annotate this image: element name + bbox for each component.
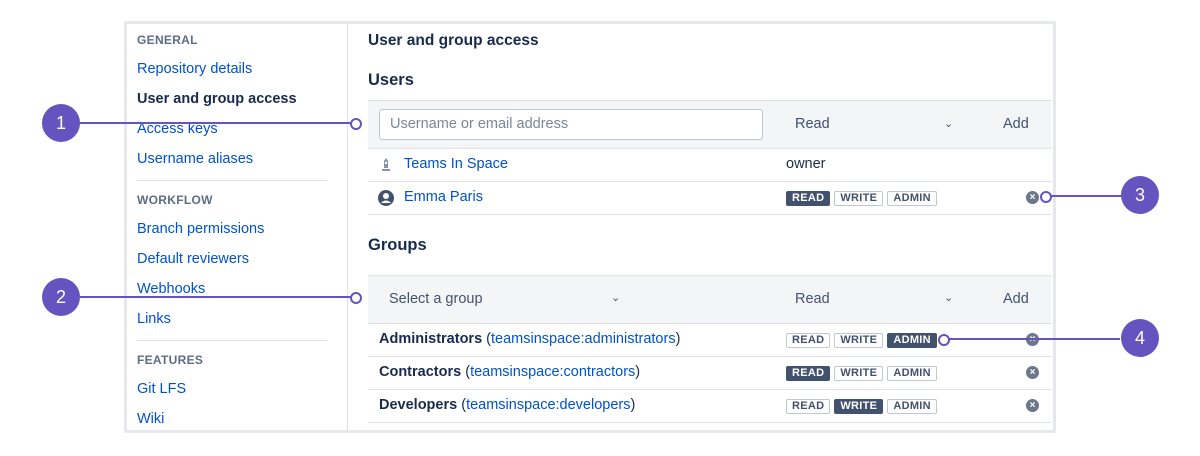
group-row-label: Contractors (teamsinspace:contractors) — [379, 364, 640, 380]
divider — [368, 422, 1051, 423]
group-slug-link[interactable]: teamsinspace:developers — [466, 397, 630, 413]
callout-line-4 — [944, 338, 1120, 340]
group-select[interactable]: Select a group — [389, 291, 483, 307]
remove-group-icon[interactable]: × — [1026, 366, 1039, 379]
section-features: FEATURES — [137, 353, 204, 367]
permission-badges: READ WRITE ADMIN — [786, 399, 937, 414]
perm-read-badge[interactable]: READ — [786, 333, 831, 348]
sidebar-item-branch-permissions[interactable]: Branch permissions — [137, 221, 264, 237]
callout-line-3 — [1045, 195, 1125, 197]
section-workflow: WORKFLOW — [137, 193, 213, 207]
sidebar-item-git-lfs[interactable]: Git LFS — [137, 381, 186, 397]
divider — [368, 389, 1051, 390]
group-permission-select[interactable]: Read — [795, 291, 830, 307]
callout-dot-1 — [350, 118, 362, 130]
sidebar-item-username-aliases[interactable]: Username aliases — [137, 151, 253, 167]
callout-badge-4: 4 — [1121, 319, 1159, 357]
paren: ) — [675, 331, 681, 347]
callout-dot-4 — [938, 334, 950, 346]
user-permission-select[interactable]: Read — [795, 116, 830, 132]
settings-sidebar: GENERAL Repository details User and grou… — [127, 24, 348, 430]
perm-write-badge[interactable]: WRITE — [834, 191, 884, 206]
callout-dot-3 — [1040, 191, 1052, 203]
sidebar-item-repository-details[interactable]: Repository details — [137, 61, 252, 77]
group-name: Contractors — [379, 364, 462, 380]
sidebar-divider — [137, 340, 327, 341]
groups-heading: Groups — [368, 236, 427, 254]
users-heading: Users — [368, 71, 414, 89]
sidebar-item-wiki[interactable]: Wiki — [137, 411, 164, 427]
group-slug-link[interactable]: teamsinspace:contractors — [470, 364, 635, 380]
callout-badge-2: 2 — [42, 278, 80, 316]
user-name-link[interactable]: Emma Paris — [404, 189, 483, 205]
perm-write-badge[interactable]: WRITE — [834, 333, 884, 348]
user-avatar-icon — [378, 190, 394, 206]
group-row-label: Administrators (teamsinspace:administrat… — [379, 331, 680, 347]
sidebar-item-links[interactable]: Links — [137, 311, 171, 327]
divider — [368, 181, 1051, 182]
callout-badge-1: 1 — [42, 104, 80, 142]
perm-read-badge[interactable]: READ — [786, 366, 831, 381]
settings-panel: GENERAL Repository details User and grou… — [124, 21, 1056, 433]
chevron-down-icon[interactable]: ⌄ — [944, 291, 953, 304]
perm-write-badge[interactable]: WRITE — [834, 399, 884, 414]
divider — [368, 214, 1051, 215]
group-name: Administrators — [379, 331, 483, 347]
sidebar-item-user-and-group-access[interactable]: User and group access — [137, 91, 297, 107]
callout-line-1 — [80, 122, 355, 124]
remove-group-icon[interactable]: × — [1026, 399, 1039, 412]
page-title: User and group access — [368, 32, 539, 49]
permission-badges: READ WRITE ADMIN — [786, 191, 937, 206]
sidebar-item-default-reviewers[interactable]: Default reviewers — [137, 251, 249, 267]
perm-write-badge[interactable]: WRITE — [834, 366, 884, 381]
perm-admin-badge[interactable]: ADMIN — [887, 366, 937, 381]
perm-read-badge[interactable]: READ — [786, 399, 831, 414]
main-content: User and group access Users Username or … — [348, 24, 1053, 430]
perm-admin-badge[interactable]: ADMIN — [887, 399, 937, 414]
chevron-down-icon[interactable]: ⌄ — [944, 117, 953, 130]
chevron-down-icon[interactable]: ⌄ — [611, 291, 620, 304]
callout-badge-3: 3 — [1121, 176, 1159, 214]
callout-dot-2 — [350, 292, 362, 304]
sidebar-divider — [137, 180, 327, 181]
remove-user-icon[interactable]: × — [1026, 191, 1039, 204]
add-group-button[interactable]: Add — [1003, 291, 1029, 307]
team-icon — [382, 158, 390, 171]
permission-badges: READ WRITE ADMIN — [786, 333, 937, 348]
group-slug-link[interactable]: teamsinspace:administrators — [491, 331, 676, 347]
user-role: owner — [786, 156, 826, 172]
group-name: Developers — [379, 397, 458, 413]
perm-read-badge[interactable]: READ — [786, 191, 831, 206]
perm-admin-badge[interactable]: ADMIN — [887, 333, 937, 348]
paren: ) — [635, 364, 641, 380]
sidebar-item-webhooks[interactable]: Webhooks — [137, 281, 205, 297]
user-name-link[interactable]: Teams In Space — [404, 156, 508, 172]
divider — [368, 323, 1051, 324]
permission-badges: READ WRITE ADMIN — [786, 366, 937, 381]
divider — [368, 148, 1051, 149]
callout-line-2 — [80, 296, 355, 298]
paren: ) — [630, 397, 636, 413]
section-general: GENERAL — [137, 33, 198, 47]
group-row-label: Developers (teamsinspace:developers) — [379, 397, 635, 413]
divider — [368, 356, 1051, 357]
user-search-input[interactable]: Username or email address — [379, 109, 763, 140]
perm-admin-badge[interactable]: ADMIN — [887, 191, 937, 206]
add-user-button[interactable]: Add — [1003, 116, 1029, 132]
